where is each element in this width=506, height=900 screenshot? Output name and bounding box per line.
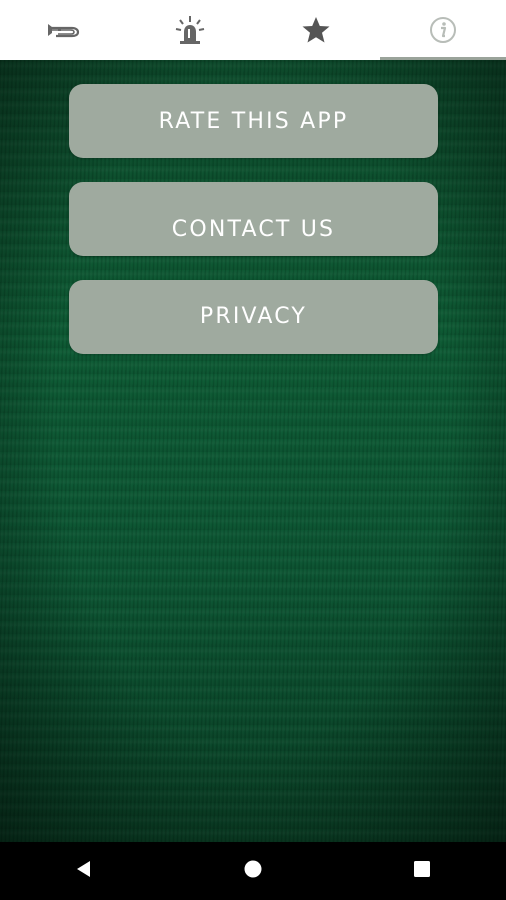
tab-favorites[interactable] [253, 0, 380, 60]
rate-this-app-button[interactable]: RATE THIS APP [69, 84, 438, 158]
nav-recents-button[interactable] [382, 842, 462, 900]
system-navigation-bar [0, 842, 506, 900]
recents-icon [412, 859, 432, 883]
back-icon [74, 859, 94, 883]
nav-back-button[interactable] [44, 842, 124, 900]
info-icon [429, 16, 457, 44]
tab-bugle[interactable] [0, 0, 127, 60]
star-icon [301, 15, 331, 45]
home-icon [243, 859, 263, 883]
tab-info[interactable] [379, 0, 506, 60]
tab-siren[interactable] [127, 0, 254, 60]
main-content: RATE THIS APP CONTACT US PRIVACY [0, 60, 506, 842]
privacy-button[interactable]: PRIVACY [69, 280, 438, 354]
top-tab-bar [0, 0, 506, 60]
nav-home-button[interactable] [213, 842, 293, 900]
siren-light-icon [174, 14, 206, 46]
bugle-icon [46, 19, 80, 41]
contact-us-button[interactable]: CONTACT US [69, 182, 438, 256]
